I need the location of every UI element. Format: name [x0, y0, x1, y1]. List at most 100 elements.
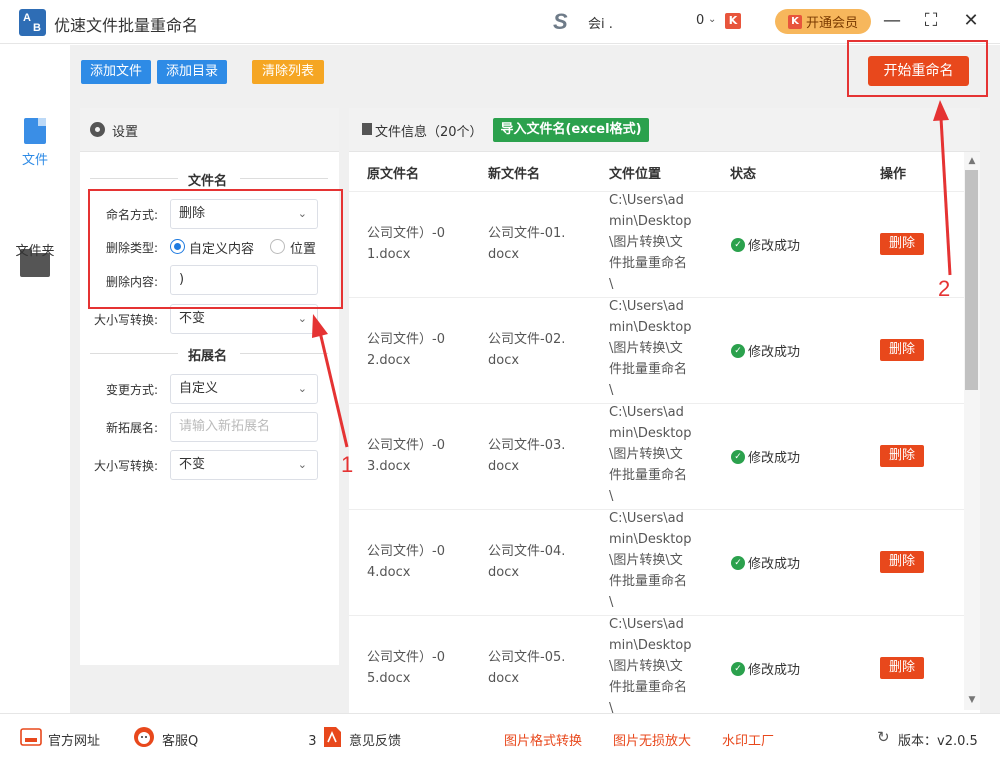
- delete-row-button[interactable]: 删除: [880, 339, 924, 361]
- footer: 官方网址 客服Q 3 意见反馈 图片格式转换 图片无损放大 水印工厂 ↻ 版本：v…: [0, 713, 1000, 760]
- nav-item-folder[interactable]: 文件夹: [0, 240, 70, 259]
- column-header-action: 操作: [880, 167, 907, 182]
- footer-feedback-link[interactable]: 意见反馈: [349, 730, 401, 749]
- divider: [240, 353, 328, 354]
- file-icon[interactable]: [24, 118, 46, 144]
- new-name-cell: 公司文件-05. docx: [488, 647, 565, 689]
- footer-link-image-upscale[interactable]: 图片无损放大: [613, 730, 691, 749]
- support-avatar-icon: [134, 727, 154, 747]
- annotation-number-2: 2: [938, 276, 951, 301]
- nav-item-file[interactable]: 文件: [0, 149, 70, 168]
- delete-row-button[interactable]: 删除: [880, 657, 924, 679]
- minimize-icon[interactable]: —: [881, 10, 903, 32]
- original-name-line: 公司文件）-0: [367, 332, 445, 347]
- original-name-cell: 公司文件）-0 4.docx: [367, 541, 445, 583]
- column-header-new: 新文件名: [488, 167, 541, 182]
- new-ext-input[interactable]: 请输入新拓展名: [170, 412, 318, 442]
- location-line: \: [609, 489, 614, 504]
- original-name-cell: 公司文件）-0 1.docx: [367, 223, 445, 265]
- close-icon[interactable]: ✕: [960, 10, 982, 32]
- file-info-panel: 文件信息（20个） 导入文件名(excel格式) 原文件名 新文件名 文件位置 …: [349, 108, 980, 716]
- chevron-down-icon: ⌄: [297, 382, 307, 395]
- location-cell: C:\Users\ad min\Desktop \图片转换\文 件批量重命名 \: [609, 190, 692, 295]
- location-line: C:\Users\ad: [609, 193, 684, 208]
- table-row[interactable]: 公司文件）-0 2.docx 公司文件-02. docx C:\Users\ad min\…: [349, 297, 964, 403]
- location-line: 件批量重命名: [609, 362, 688, 377]
- location-line: 件批量重命名: [609, 574, 688, 589]
- app-logo-icon: A B: [19, 9, 46, 36]
- message-count[interactable]: 0: [696, 13, 704, 28]
- delete-row-button[interactable]: 删除: [880, 551, 924, 573]
- add-file-button[interactable]: 添加文件: [81, 60, 151, 84]
- status-text: 修改成功: [748, 451, 801, 466]
- ext-case-select[interactable]: 不变 ⌄: [170, 450, 318, 480]
- change-mode-select[interactable]: 自定义 ⌄: [170, 374, 318, 404]
- status-cell: ✓ 修改成功: [731, 235, 800, 254]
- document-icon: [362, 123, 372, 135]
- scroll-up-icon[interactable]: ▲: [964, 153, 980, 169]
- left-nav: 文件 文件夹: [0, 45, 70, 713]
- location-line: min\Desktop: [609, 532, 692, 547]
- scrollbar-thumb[interactable]: [965, 170, 978, 390]
- delete-row-button[interactable]: 删除: [880, 445, 924, 467]
- original-name-line: 公司文件）-0: [367, 226, 445, 241]
- location-line: min\Desktop: [609, 320, 692, 335]
- file-info-title: 文件信息（20个）: [375, 125, 483, 140]
- location-line: \图片转换\文: [609, 235, 683, 250]
- location-line: 件批量重命名: [609, 468, 688, 483]
- location-cell: C:\Users\ad min\Desktop \图片转换\文 件批量重命名 \: [609, 402, 692, 507]
- original-name-line: 5.docx: [367, 671, 411, 686]
- refresh-icon[interactable]: ↻: [877, 728, 890, 746]
- success-check-icon: ✓: [731, 449, 745, 464]
- original-name-line: 4.docx: [367, 565, 411, 580]
- settings-header: 设置: [80, 108, 339, 152]
- table-row[interactable]: 公司文件）-0 5.docx 公司文件-05. docx C:\Users\ad min\…: [349, 615, 964, 721]
- vip-button[interactable]: K 开通会员: [775, 9, 871, 34]
- original-name-line: 1.docx: [367, 247, 411, 262]
- original-name-cell: 公司文件）-0 5.docx: [367, 647, 445, 689]
- original-name-line: 3.docx: [367, 459, 411, 474]
- app-title: 优速文件批量重命名: [54, 16, 199, 35]
- new-name-line: 公司文件-02.: [488, 332, 566, 347]
- chevron-down-icon[interactable]: ⌄: [708, 14, 716, 25]
- original-name-line: 2.docx: [367, 353, 411, 368]
- status-cell: ✓ 修改成功: [731, 659, 800, 678]
- add-folder-button[interactable]: 添加目录: [157, 60, 227, 84]
- new-name-cell: 公司文件-01. docx: [488, 223, 565, 265]
- maximize-icon[interactable]: ⛶: [920, 10, 942, 32]
- footer-link-image-convert[interactable]: 图片格式转换: [504, 730, 582, 749]
- logo-letter-a: A: [23, 12, 31, 24]
- location-cell: C:\Users\ad min\Desktop \图片转换\文 件批量重命名 \: [609, 296, 692, 401]
- footer-link-watermark[interactable]: 水印工厂: [722, 730, 774, 749]
- logo-letter-b: B: [33, 22, 41, 34]
- table-row[interactable]: 公司文件）-0 4.docx 公司文件-04. docx C:\Users\ad min\…: [349, 509, 964, 615]
- table-row[interactable]: 公司文件）-0 1.docx 公司文件-01. docx C:\Users\ad min\…: [349, 191, 964, 297]
- new-ext-label: 新拓展名:: [105, 421, 158, 435]
- website-icon: [20, 728, 42, 746]
- delete-row-button[interactable]: 删除: [880, 233, 924, 255]
- user-name[interactable]: 会i .: [588, 13, 613, 32]
- location-line: min\Desktop: [609, 214, 692, 229]
- new-name-line: 公司文件-01.: [488, 226, 566, 241]
- success-check-icon: ✓: [731, 661, 745, 676]
- scroll-down-icon[interactable]: ▼: [964, 692, 980, 708]
- filename-section-title: 文件名: [188, 174, 228, 189]
- vip-k-icon: K: [787, 14, 802, 29]
- new-name-line: 公司文件-05.: [488, 650, 566, 665]
- footer-website-link[interactable]: 官方网址: [48, 730, 100, 749]
- file-info-header: 文件信息（20个） 导入文件名(excel格式): [349, 108, 980, 152]
- clear-list-button[interactable]: 清除列表: [252, 60, 324, 84]
- ext-case-label: 大小写转换:: [93, 459, 158, 473]
- k-badge-icon[interactable]: K: [725, 13, 741, 29]
- new-name-line: 公司文件-04.: [488, 544, 566, 559]
- location-line: \: [609, 383, 614, 398]
- new-name-cell: 公司文件-02. docx: [488, 329, 565, 371]
- location-line: C:\Users\ad: [609, 299, 684, 314]
- chevron-down-icon: ⌄: [297, 312, 307, 325]
- import-excel-button[interactable]: 导入文件名(excel格式): [493, 118, 649, 142]
- table-row[interactable]: 公司文件）-0 3.docx 公司文件-03. docx C:\Users\ad min\…: [349, 403, 964, 509]
- footer-support-link[interactable]: 客服Q 3: [162, 730, 317, 749]
- success-check-icon: ✓: [731, 555, 745, 570]
- version-label: 版本：v2.0.5: [898, 734, 978, 749]
- column-header-location: 文件位置: [609, 167, 662, 182]
